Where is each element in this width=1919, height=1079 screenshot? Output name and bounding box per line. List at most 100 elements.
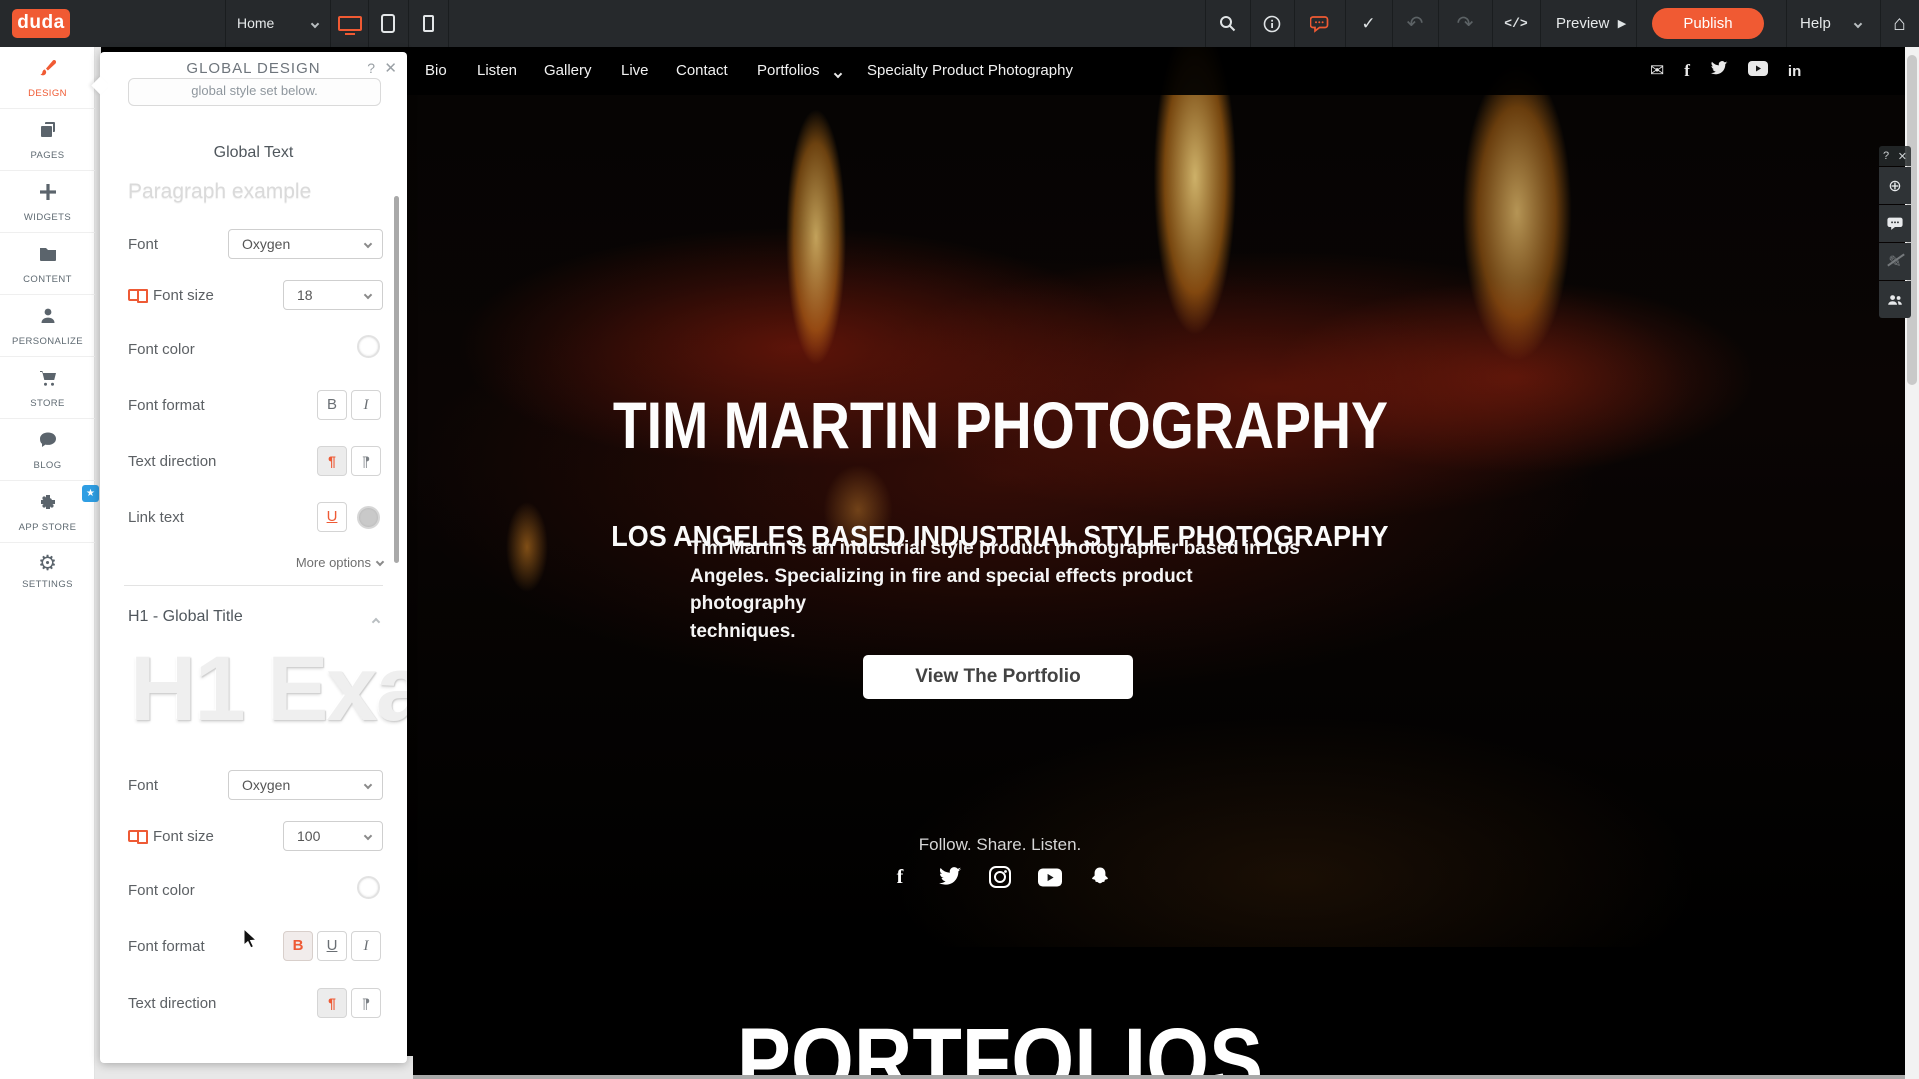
nav-item-contact[interactable]: Contact: [676, 47, 728, 95]
youtube-icon[interactable]: [1038, 865, 1062, 889]
linkedin-icon[interactable]: in: [1788, 63, 1801, 80]
nav-item-gallery[interactable]: Gallery: [544, 47, 592, 95]
h1-bold-button[interactable]: B: [283, 931, 313, 961]
info-button[interactable]: [1250, 0, 1294, 47]
ltr-direction-button[interactable]: ¶: [317, 446, 347, 476]
text-direction-label: Text direction: [128, 995, 216, 1012]
h1-font-color-swatch[interactable]: [357, 876, 380, 899]
h1-rtl-direction-button[interactable]: ¶: [351, 988, 381, 1018]
sidebar-item-label: BLOG: [0, 460, 95, 471]
add-comment-button[interactable]: ⊕: [1879, 167, 1911, 204]
nav-item-live[interactable]: Live: [621, 47, 649, 95]
nav-item-bio[interactable]: Bio: [425, 47, 447, 95]
hide-annotations-button[interactable]: ✎: [1879, 243, 1911, 280]
font-format-label: Font format: [128, 938, 205, 955]
responsive-devices-icon: [128, 289, 145, 301]
editor-sidebar: DESIGN PAGES WIDGETS CONTENT PERSONALIZE…: [0, 47, 95, 1079]
sidebar-item-app-store[interactable]: ★ APP STORE: [0, 481, 95, 543]
divider: [225, 0, 226, 47]
twitter-icon[interactable]: [938, 865, 962, 889]
snapchat-icon[interactable]: [1088, 865, 1112, 889]
help-menu[interactable]: Help: [1800, 0, 1831, 47]
panel-help-icon[interactable]: ?: [367, 60, 375, 76]
chevron-down-icon[interactable]: [835, 68, 841, 78]
person-icon: [38, 306, 58, 326]
sidebar-item-store[interactable]: STORE: [0, 357, 95, 419]
panel-scrollbar[interactable]: [394, 196, 399, 563]
twitter-icon[interactable]: [1710, 61, 1728, 81]
sidebar-item-widgets[interactable]: WIDGETS: [0, 171, 95, 233]
dashboard-home-button[interactable]: ⌂: [1880, 0, 1919, 47]
preview-button[interactable]: Preview: [1556, 0, 1609, 47]
font-color-swatch[interactable]: [357, 335, 380, 358]
desktop-icon: [338, 16, 362, 31]
youtube-icon[interactable]: [1748, 61, 1768, 81]
bold-button[interactable]: B: [317, 390, 347, 420]
nav-item-portfolios[interactable]: Portfolios: [757, 47, 820, 95]
sidebar-item-content[interactable]: CONTENT: [0, 233, 95, 295]
dev-mode-button[interactable]: </>: [1492, 0, 1540, 47]
hero-paragraph-line: Angeles. Specializing in fire and specia…: [690, 563, 1310, 618]
link-underline-button[interactable]: U: [317, 502, 347, 532]
collaborators-button[interactable]: [1879, 281, 1911, 318]
duda-logo[interactable]: duda: [12, 9, 70, 38]
facebook-icon[interactable]: f: [888, 865, 912, 889]
folder-icon: [38, 244, 58, 264]
h1-section-heading: H1 - Global Title: [128, 608, 243, 626]
save-check-button[interactable]: ✓: [1345, 0, 1392, 47]
sidebar-item-pages[interactable]: PAGES: [0, 109, 95, 171]
font-size-select[interactable]: 18: [283, 280, 383, 310]
mobile-view-button[interactable]: [411, 0, 445, 47]
font-size-label: Font size: [153, 287, 214, 304]
email-icon[interactable]: ✉: [1650, 61, 1664, 81]
nav-item-listen[interactable]: Listen: [477, 47, 517, 95]
view-portfolio-button[interactable]: View The Portfolio: [863, 655, 1133, 699]
desktop-view-button[interactable]: [334, 0, 366, 47]
divider: [1786, 0, 1787, 47]
comments-button[interactable]: [1879, 205, 1911, 242]
panel-title: GLOBAL DESIGN: [100, 60, 407, 77]
nav-item-specialty[interactable]: Specialty Product Photography: [867, 47, 1073, 95]
sidebar-item-blog[interactable]: BLOG: [0, 419, 95, 481]
publish-button[interactable]: Publish: [1652, 8, 1764, 39]
h1-italic-button[interactable]: I: [351, 931, 381, 961]
collapse-section-icon[interactable]: [373, 612, 379, 630]
sidebar-item-label: STORE: [0, 398, 95, 409]
sidebar-item-label: CONTENT: [0, 274, 95, 285]
font-label: Font: [128, 236, 158, 253]
mobile-icon: [423, 15, 434, 32]
h1-underline-button[interactable]: U: [317, 931, 347, 961]
italic-button[interactable]: I: [351, 390, 381, 420]
instagram-icon[interactable]: [988, 865, 1012, 889]
facebook-icon[interactable]: f: [1684, 61, 1690, 81]
sidebar-item-label: WIDGETS: [0, 212, 95, 223]
link-color-swatch[interactable]: [357, 506, 380, 529]
font-select[interactable]: Oxygen: [228, 229, 383, 259]
sidebar-item-personalize[interactable]: PERSONALIZE: [0, 295, 95, 357]
pen-strikethrough-icon: ✎: [1888, 252, 1901, 272]
star-icon: ★: [86, 488, 95, 499]
sidebar-item-settings[interactable]: ⚙ SETTINGS: [0, 543, 95, 605]
more-options-link[interactable]: More options: [296, 555, 383, 570]
font-format-label: Font format: [128, 397, 205, 414]
tablet-view-button[interactable]: [371, 0, 405, 47]
panel-close-icon[interactable]: ✕: [384, 59, 397, 77]
redo-button[interactable]: ↷: [1438, 0, 1492, 47]
sidebar-item-design[interactable]: DESIGN: [0, 47, 95, 109]
h1-style-preview: H1 Exa: [100, 637, 407, 755]
rtl-direction-button[interactable]: ¶: [351, 446, 381, 476]
toolbar-close-icon[interactable]: ✕: [1898, 150, 1907, 163]
divider: [368, 0, 369, 47]
hero-paragraph-line: Tim Martin is an industrial style produc…: [690, 535, 1310, 563]
chevron-down-icon[interactable]: [305, 0, 325, 47]
h1-font-size-select[interactable]: 100: [283, 821, 383, 851]
h1-font-select[interactable]: Oxygen: [228, 770, 383, 800]
toolbar-help[interactable]: ?: [1883, 150, 1889, 162]
page-selector[interactable]: Home: [237, 0, 274, 47]
search-button[interactable]: [1205, 0, 1250, 47]
chevron-down-icon[interactable]: [1848, 0, 1868, 47]
hero-paragraph: Tim Martin is an industrial style produc…: [690, 535, 1310, 645]
h1-ltr-direction-button[interactable]: ¶: [317, 988, 347, 1018]
undo-button[interactable]: ↶: [1392, 0, 1438, 47]
feedback-chat-button[interactable]: [1294, 0, 1345, 47]
